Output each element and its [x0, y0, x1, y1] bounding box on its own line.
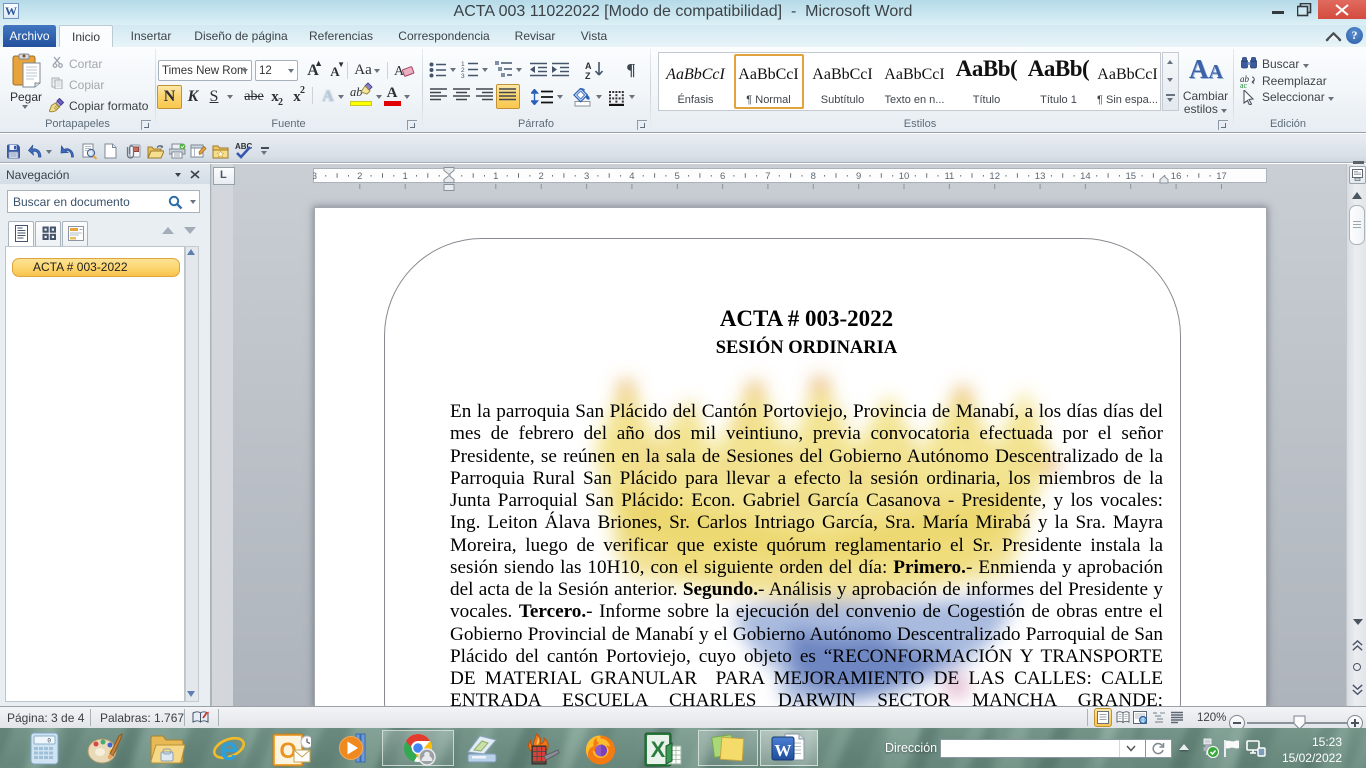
- svg-text:15: 15: [1126, 171, 1137, 182]
- svg-text:3: 3: [313, 171, 317, 182]
- svg-text:6: 6: [720, 171, 725, 182]
- svg-text:3: 3: [584, 171, 589, 182]
- svg-text:Z: Z: [585, 71, 591, 79]
- svg-text:1: 1: [493, 171, 498, 182]
- svg-text:ac: ac: [1240, 81, 1248, 88]
- svg-text:16: 16: [1171, 171, 1182, 182]
- svg-text:X: X: [651, 737, 666, 762]
- svg-text:2: 2: [357, 171, 362, 182]
- svg-text:5: 5: [675, 171, 680, 182]
- svg-text:1: 1: [403, 171, 408, 182]
- svg-text:13: 13: [1035, 171, 1046, 182]
- svg-text:9: 9: [856, 171, 861, 182]
- svg-text:0: 0: [47, 738, 51, 745]
- svg-text:14: 14: [1080, 171, 1091, 182]
- svg-text:ABC: ABC: [235, 142, 252, 151]
- svg-text:17: 17: [1216, 171, 1227, 182]
- svg-text:e: e: [220, 732, 238, 766]
- svg-text:11: 11: [944, 171, 954, 182]
- svg-text:W: W: [775, 741, 792, 760]
- svg-text:2: 2: [539, 171, 544, 182]
- svg-text:8: 8: [811, 171, 816, 182]
- svg-text:4: 4: [629, 171, 634, 182]
- svg-text:12: 12: [989, 171, 1000, 182]
- svg-text:10: 10: [899, 171, 910, 182]
- svg-text:7: 7: [765, 171, 770, 182]
- svg-text:3: 3: [461, 73, 465, 78]
- svg-text:A: A: [585, 61, 592, 71]
